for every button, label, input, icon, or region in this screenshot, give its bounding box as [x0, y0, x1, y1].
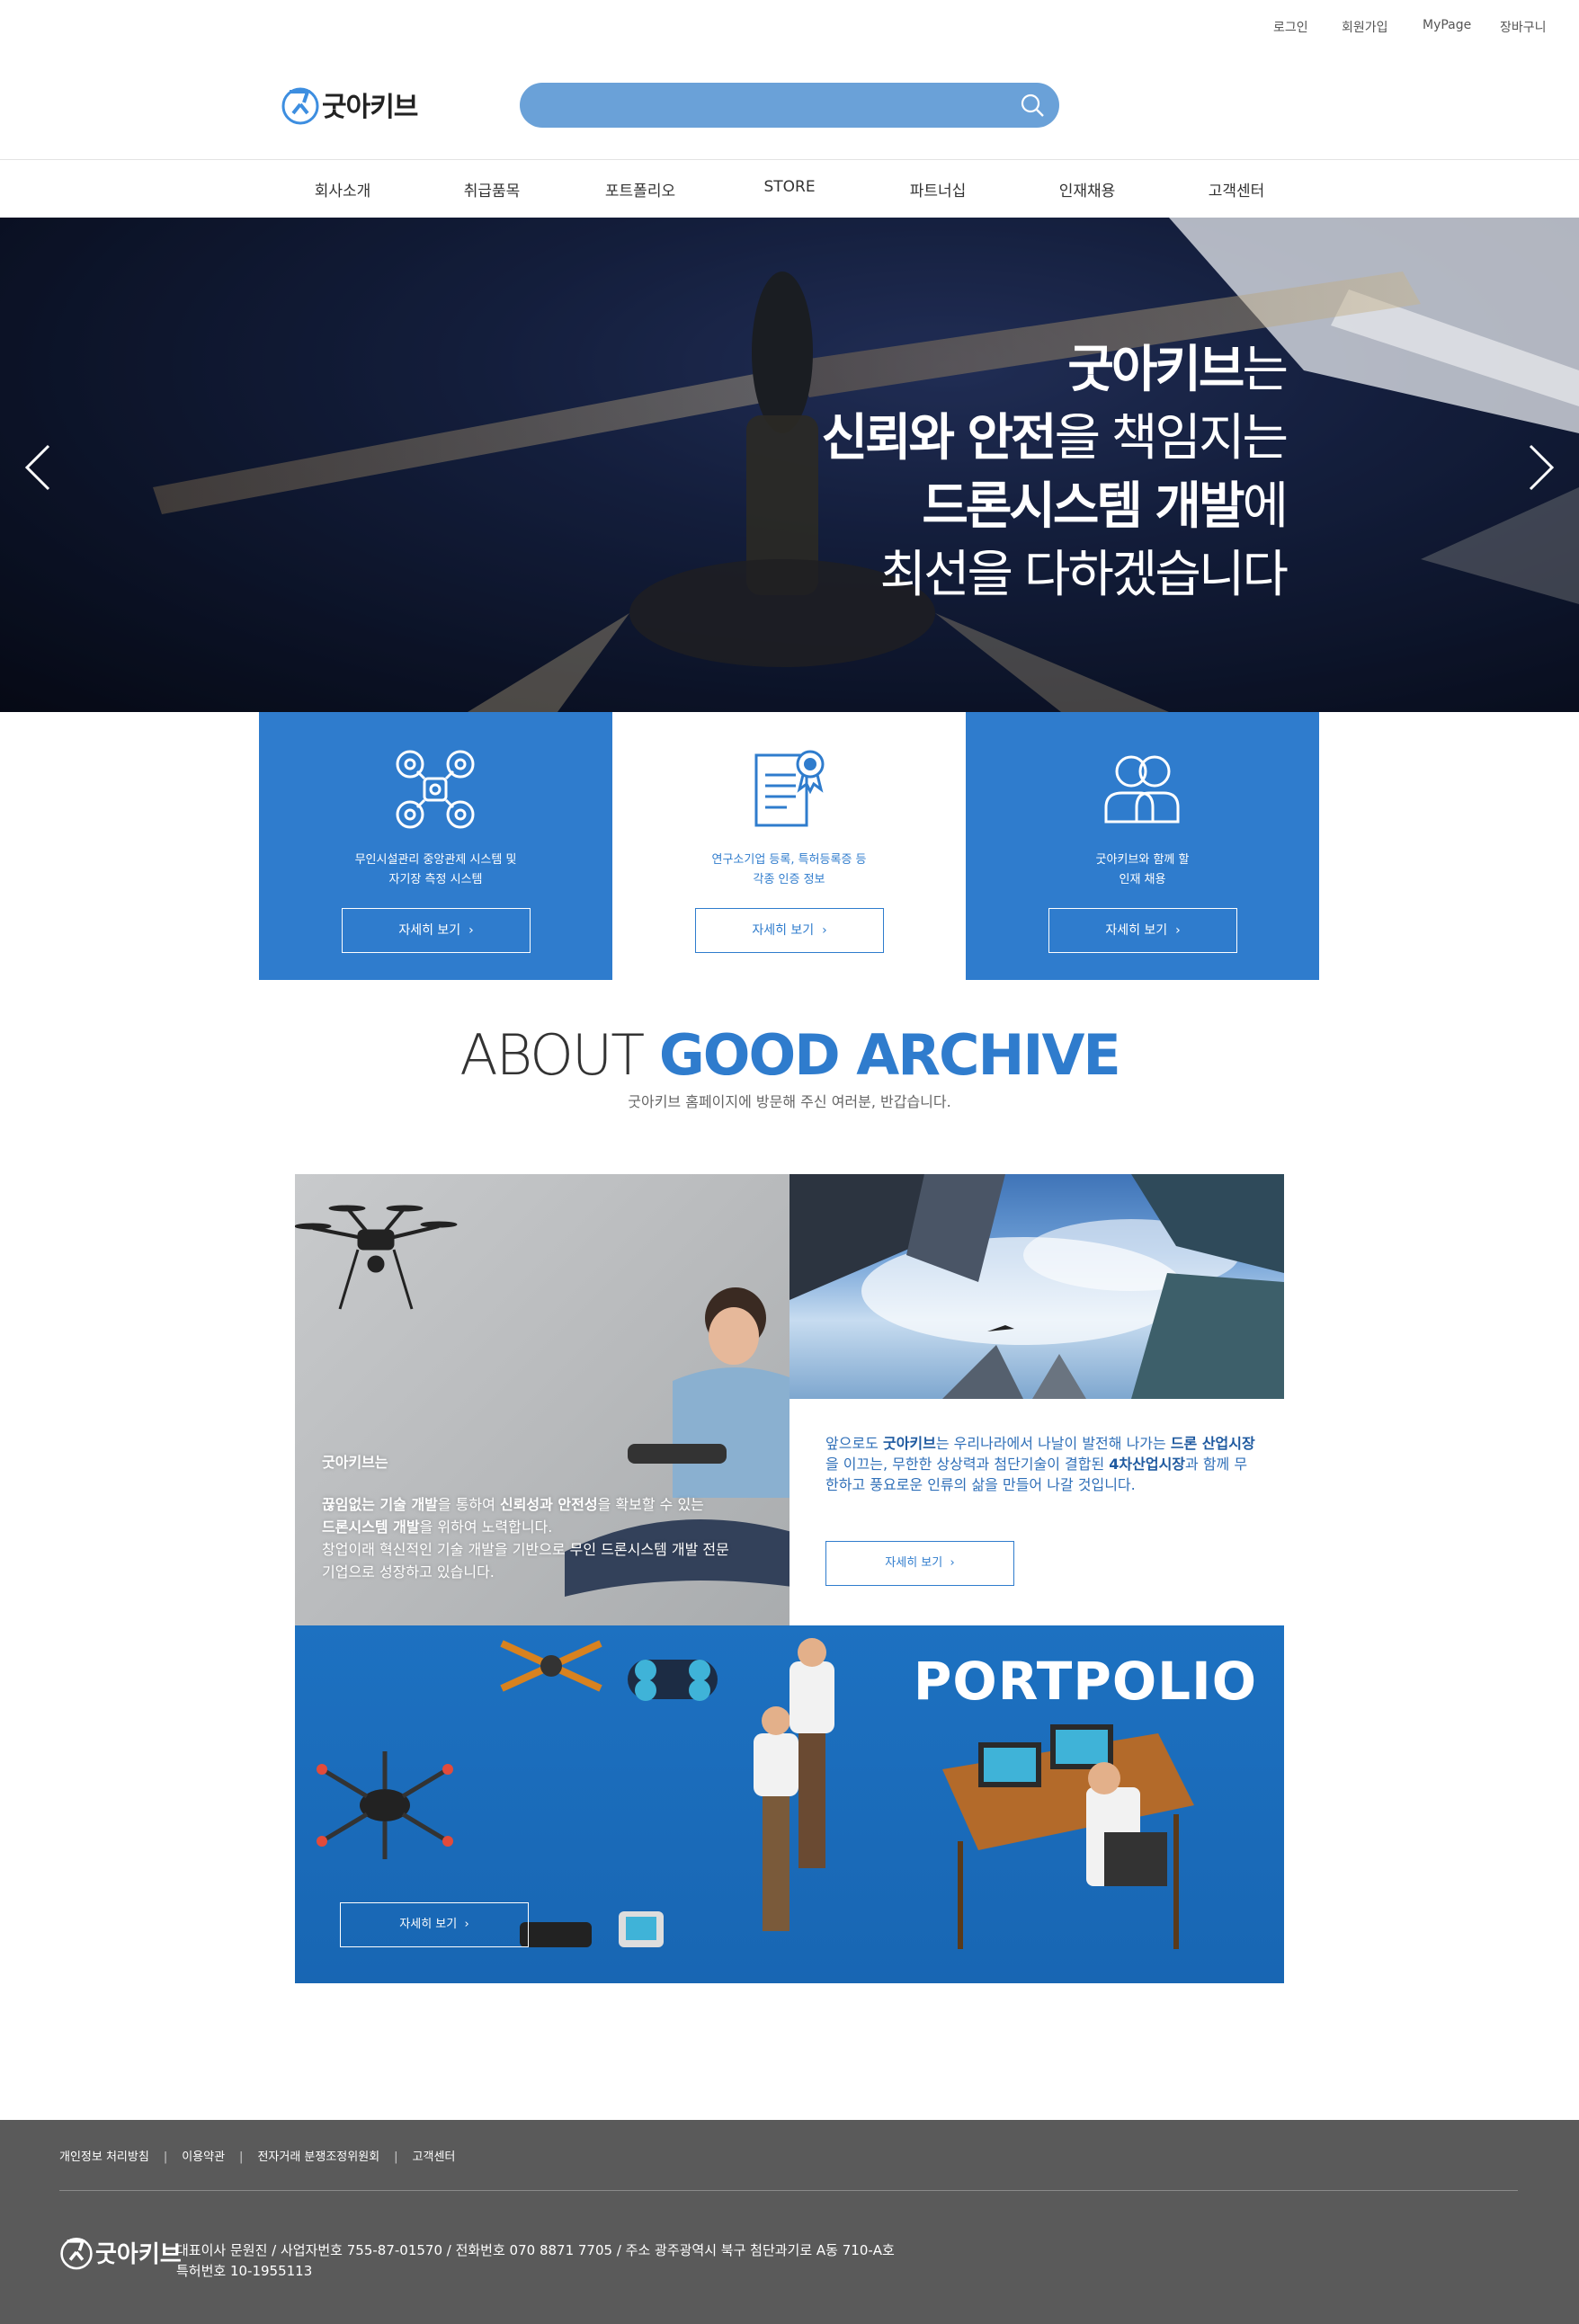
- footer-link-privacy[interactable]: 개인정보 처리방침: [59, 2147, 149, 2164]
- photo-text-span: 을 확보할 수 있는: [597, 1496, 704, 1513]
- card-description: 굿아키브와 함께 할 인재 채용: [1095, 853, 1190, 886]
- separator: |: [239, 2150, 244, 2164]
- button-label: 자세히 보기: [885, 1556, 943, 1570]
- hero-line4: 최선을 다하겠습니다: [879, 546, 1289, 604]
- about-photo-text: 굿아키브는 끊임없는 기술 개발을 통하여 신뢰성과 안전성을 확보할 수 있는…: [322, 1451, 772, 1583]
- feature-card-recruit[interactable]: 굿아키브와 함께 할 인재 채용 자세히 보기 ›: [966, 712, 1319, 980]
- login-link[interactable]: 로그인: [1273, 18, 1308, 36]
- photo-text-line5: 기업으로 성장하고 있습니다.: [322, 1563, 495, 1580]
- utility-bar: 로그인 회원가입 MyPage 장바구니: [0, 0, 1579, 50]
- mypage-link[interactable]: MyPage: [1423, 18, 1471, 32]
- button-label: 자세히 보기: [399, 1918, 458, 1931]
- logo[interactable]: 굿아키브: [281, 81, 418, 128]
- header: 굿아키브: [0, 50, 1579, 160]
- hero-line1-rest: 는: [1242, 341, 1289, 399]
- hero-line1-bold: 굿아키브: [1067, 341, 1244, 399]
- photo-text-strong: 신뢰성과 안전성: [499, 1496, 598, 1513]
- hero-banner: 굿아키브는 신뢰와 안전을 책임지는 드론시스템 개발에 최선을 다하겠습니다: [0, 218, 1579, 712]
- portfolio-banner: PORTPOLIO 자세히 보기 ›: [295, 1625, 1284, 1983]
- photo-text-line1: 굿아키브는: [322, 1454, 388, 1471]
- about-text-span: 는 우리나라에서 나날이 발전해 나가는: [935, 1435, 1171, 1452]
- logo-text: 굿아키브: [322, 92, 418, 123]
- hero-next-arrow-icon[interactable]: [1525, 442, 1557, 493]
- footer-logo-text: 굿아키브: [95, 2240, 182, 2268]
- photo-text-line4: 창업이래 혁신적인 기술 개발을 기반으로 무인 드론시스템 개발 전문: [322, 1541, 729, 1558]
- photo-text-strong: 드론시스템 개발: [322, 1518, 420, 1536]
- about-description: 앞으로도 굿아키브는 우리나라에서 나날이 발전해 나가는 드론 산업시장을 이…: [825, 1433, 1257, 1495]
- about-title: ABOUT GOOD ARCHIVE: [0, 1021, 1579, 1090]
- footer: 개인정보 처리방침 | 이용약관 | 전자거래 분쟁조정위원회 | 고객센터 굿아키브 대표…: [0, 2120, 1579, 2324]
- card-description: 무인시설관리 중앙관제 시스템 및 자기장 측정 시스템: [354, 853, 517, 886]
- footer-links: 개인정보 처리방침 | 이용약관 | 전자거래 분쟁조정위원회 | 고객센터: [59, 2147, 455, 2164]
- nav-item-portfolio[interactable]: 포트폴리오: [605, 178, 675, 200]
- feature-card-certification[interactable]: 연구소기업 등록, 특허등록증 등 각종 인증 정보 자세히 보기 ›: [612, 712, 966, 980]
- about-text-span: 앞으로도: [825, 1435, 883, 1452]
- hero-line2-rest: 을 책임지는: [1054, 409, 1289, 467]
- feature-card-system[interactable]: 무인시설관리 중앙관제 시스템 및 자기장 측정 시스템 자세히 보기 ›: [259, 712, 612, 980]
- card-description: 연구소기업 등록, 특허등록증 등 각종 인증 정보: [711, 853, 867, 886]
- about-subtitle: 굿아키브 홈페이지에 방문해 주신 여러분, 반갑습니다.: [628, 1093, 951, 1110]
- drone-icon: [396, 750, 475, 829]
- portfolio-title: PORTPOLIO: [913, 1651, 1257, 1712]
- about-text-strong: 4차산업시장: [1109, 1456, 1186, 1473]
- about-text-strong: 드론 산업시장: [1170, 1435, 1255, 1452]
- about-title-bold: GOOD ARCHIVE: [658, 1022, 1121, 1088]
- footer-info-line1: 대표이사 문원진 / 사업자번호 755-87-01570 / 전화번호 070…: [176, 2242, 895, 2258]
- nav-item-products[interactable]: 취급품목: [464, 178, 521, 200]
- hero-line3-rest: 에: [1242, 477, 1289, 536]
- hero-prev-arrow-icon[interactable]: [22, 442, 54, 493]
- photo-text-span: 을 통하여: [437, 1496, 500, 1513]
- hero-headline: 굿아키브는 신뢰와 안전을 책임지는 드론시스템 개발에 최선을 다하겠습니다: [821, 336, 1289, 610]
- footer-link-support[interactable]: 고객센터: [413, 2147, 456, 2164]
- nav-item-partnership[interactable]: 파트너십: [910, 178, 967, 200]
- card-detail-button[interactable]: 자세히 보기 ›: [1048, 908, 1237, 953]
- footer-divider: [59, 2190, 1518, 2191]
- footer-logo: 굿아키브: [59, 2233, 182, 2271]
- people-icon: [1104, 755, 1180, 824]
- signup-link[interactable]: 회원가입: [1342, 18, 1388, 36]
- footer-company-info: 대표이사 문원진 / 사업자번호 755-87-01570 / 전화번호 070…: [176, 2240, 895, 2282]
- main-nav: 회사소개 취급품목 포트폴리오 STORE 파트너십 인재채용 고객센터: [0, 160, 1579, 218]
- separator: |: [163, 2150, 168, 2164]
- about-title-light: ABOUT: [459, 1022, 645, 1088]
- about-photo-skyscrapers: [790, 1174, 1284, 1399]
- cart-link[interactable]: 장바구니: [1500, 18, 1547, 36]
- button-label: 자세히 보기: [1105, 923, 1168, 938]
- nav-item-store[interactable]: STORE: [763, 178, 815, 196]
- hero-line2-bold: 신뢰와 안전: [821, 409, 1057, 467]
- certificate-icon: [754, 750, 825, 827]
- feature-cards: 무인시설관리 중앙관제 시스템 및 자기장 측정 시스템 자세히 보기 › 연구…: [259, 712, 1320, 980]
- search-icon[interactable]: [1020, 93, 1045, 118]
- footer-logo-mark-icon: [60, 2238, 93, 2270]
- hero-line3-bold: 드론시스템 개발: [922, 477, 1244, 536]
- separator: |: [394, 2150, 398, 2164]
- skyscrapers-image: [790, 1174, 1284, 1399]
- button-label: 자세히 보기: [398, 923, 461, 938]
- card-detail-button[interactable]: 자세히 보기 ›: [695, 908, 884, 953]
- portfolio-detail-button[interactable]: 자세히 보기 ›: [340, 1902, 529, 1947]
- photo-text-strong: 끊임없는 기술 개발: [322, 1496, 438, 1513]
- search-bar[interactable]: [520, 83, 1059, 128]
- footer-link-dispute[interactable]: 전자거래 분쟁조정위원회: [257, 2147, 379, 2164]
- nav-item-recruit[interactable]: 인재채용: [1059, 178, 1116, 200]
- hero-drone-image: [0, 218, 1579, 712]
- nav-item-support[interactable]: 고객센터: [1209, 178, 1265, 200]
- about-text-strong: 굿아키브: [882, 1435, 936, 1452]
- about-detail-button[interactable]: 자세히 보기 ›: [825, 1541, 1014, 1586]
- card-detail-button[interactable]: 자세히 보기 ›: [342, 908, 531, 953]
- photo-text-span: 을 위하여 노력합니다.: [419, 1518, 553, 1536]
- about-text-span: 을 이끄는, 무한한 상상력과 첨단기술이 결합된: [825, 1456, 1110, 1473]
- nav-item-company[interactable]: 회사소개: [315, 178, 371, 200]
- footer-info-line2: 특허번호 10-1955113: [176, 2263, 313, 2279]
- footer-link-terms[interactable]: 이용약관: [182, 2147, 225, 2164]
- logo-mark-icon: [281, 87, 319, 125]
- about-photo-person-drone: 굿아키브는 끊임없는 기술 개발을 통하여 신뢰성과 안전성을 확보할 수 있는…: [295, 1174, 790, 1625]
- button-label: 자세히 보기: [752, 923, 815, 938]
